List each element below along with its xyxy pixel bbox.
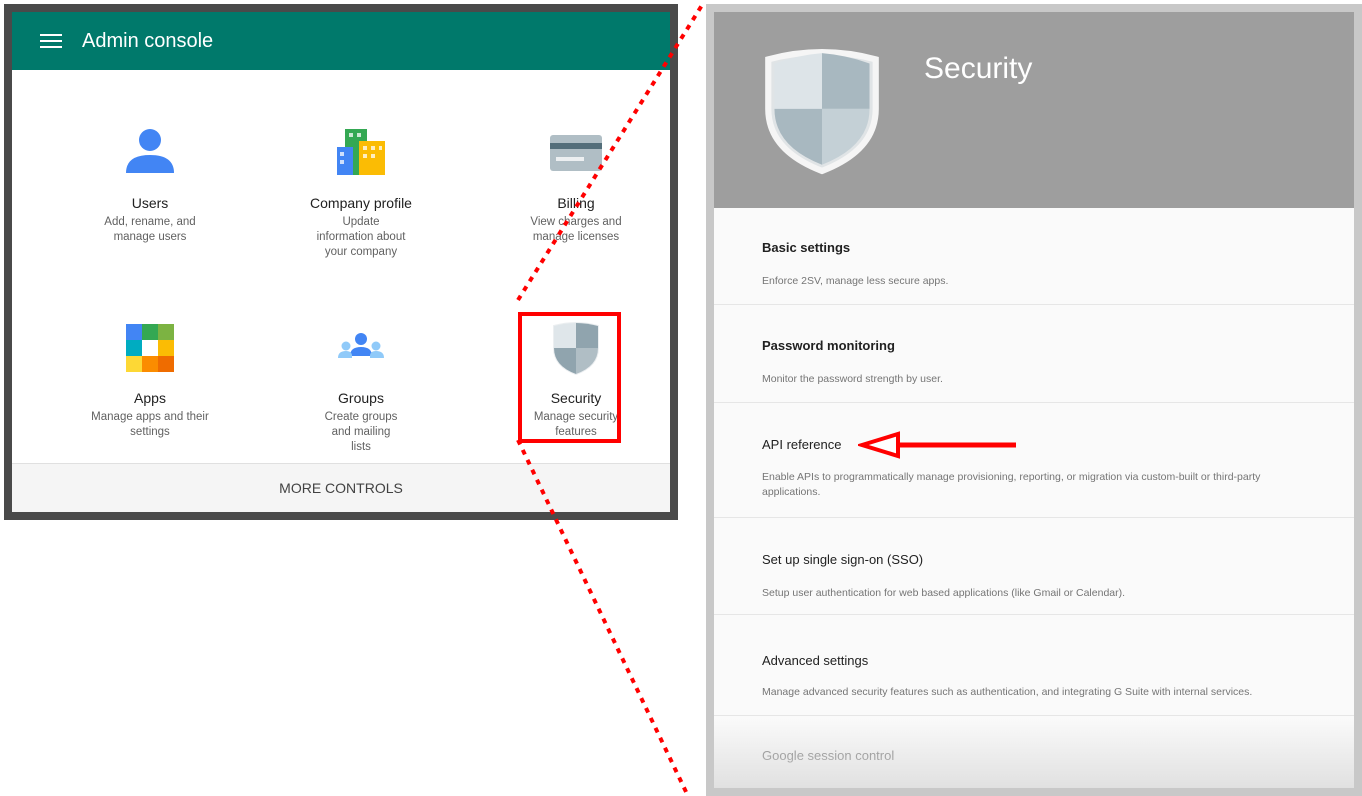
tile-groups[interactable]: Groups Create groups and mailing lists <box>276 318 446 455</box>
admin-header-bar: Admin console <box>12 12 670 70</box>
users-icon <box>126 129 174 173</box>
setting-title: Advanced settings <box>762 653 869 668</box>
apps-icon <box>126 324 174 372</box>
admin-console-window: Admin console Users Add, rename, and man… <box>4 4 678 520</box>
tile-company-profile-desc: Update information about your company <box>316 216 406 258</box>
tile-security[interactable]: Security Manage security features <box>491 318 661 440</box>
more-controls-button[interactable]: MORE CONTROLS <box>12 463 670 512</box>
setting-title: Set up single sign-on (SSO) <box>762 552 924 567</box>
security-window: Security Basic settings Enforce 2SV, man… <box>706 4 1362 796</box>
setting-title: Password monitoring <box>762 338 895 353</box>
tile-users[interactable]: Users Add, rename, and manage users <box>65 123 235 245</box>
tile-groups-title: Groups <box>338 390 384 406</box>
company-profile-icon <box>337 129 385 175</box>
security-page-title: Security <box>924 52 1033 85</box>
security-header: Security <box>714 12 1354 208</box>
tile-security-desc: Manage security features <box>533 411 619 438</box>
tile-apps[interactable]: Apps Manage apps and their settings <box>65 318 235 440</box>
tile-apps-title: Apps <box>134 390 166 406</box>
setting-desc: Enable APIs to programmatically manage p… <box>762 471 1261 498</box>
setting-basic-settings[interactable]: Basic settings Enforce 2SV, manage less … <box>714 208 1354 305</box>
tile-users-title: Users <box>131 195 169 211</box>
tile-security-title: Security <box>550 390 602 406</box>
billing-icon <box>550 135 602 171</box>
setting-title: Basic settings <box>762 240 851 255</box>
tile-company-profile-title: Company profile <box>310 195 412 211</box>
admin-console-content: Admin console Users Add, rename, and man… <box>12 12 670 512</box>
setting-desc: Monitor the password strength by user. <box>762 373 943 385</box>
setting-api-reference[interactable]: API reference Enable APIs to programmati… <box>714 403 1354 518</box>
setting-desc: Manage advanced security features such a… <box>762 686 1253 698</box>
setting-password-monitoring[interactable]: Password monitoring Monitor the password… <box>714 305 1354 403</box>
setting-advanced-settings[interactable]: Advanced settings Manage advanced securi… <box>714 615 1354 716</box>
tile-billing-desc: View charges and manage licenses <box>530 216 622 243</box>
security-shield-icon <box>765 49 879 175</box>
tile-apps-desc: Manage apps and their settings <box>91 411 209 438</box>
setting-title: Google session control <box>762 748 895 763</box>
hamburger-menu-icon[interactable] <box>40 34 62 48</box>
annotation-arrow-icon <box>858 431 1016 459</box>
admin-console-title: Admin console <box>82 29 214 52</box>
setting-desc: Setup user authentication for web based … <box>762 587 1126 599</box>
setting-sso[interactable]: Set up single sign-on (SSO) Setup user a… <box>714 518 1354 615</box>
shield-icon <box>553 322 599 376</box>
tile-billing-title: Billing <box>557 195 595 211</box>
tile-company-profile[interactable]: Company profile Update information about… <box>276 123 446 260</box>
tile-groups-desc: Create groups and mailing lists <box>324 411 398 453</box>
security-content: Security Basic settings Enforce 2SV, man… <box>714 12 1354 788</box>
groups-icon <box>338 333 384 358</box>
setting-desc: Enforce 2SV, manage less secure apps. <box>762 275 949 287</box>
setting-title: API reference <box>762 437 842 452</box>
setting-google-session-control[interactable]: Google session control <box>714 716 1354 788</box>
tile-users-desc: Add, rename, and manage users <box>104 216 196 243</box>
tile-billing[interactable]: Billing View charges and manage licenses <box>491 123 661 245</box>
